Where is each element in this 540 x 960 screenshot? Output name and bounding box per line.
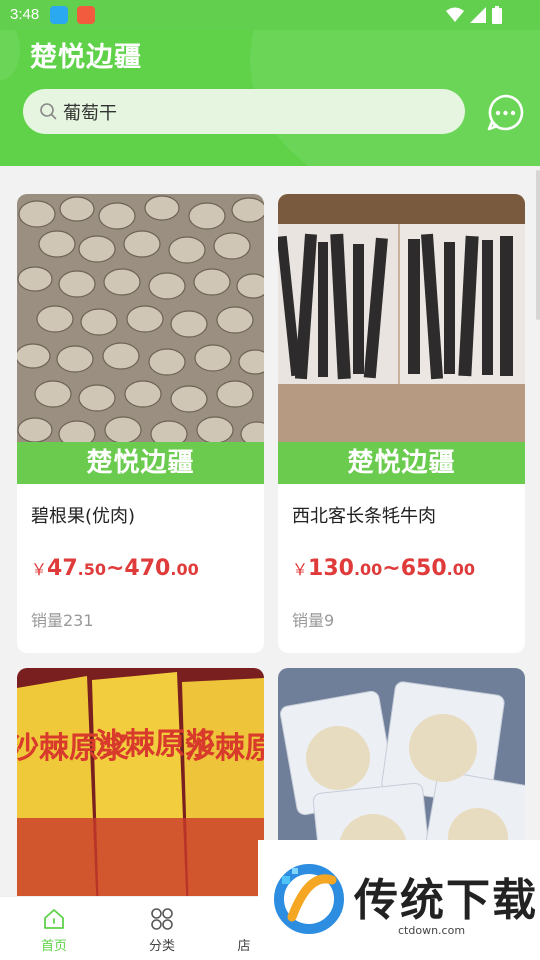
product-image: 沙棘原浆 沙棘原浆 沙棘原浆 xyxy=(17,668,264,908)
product-price: ￥130.00~650.00 xyxy=(292,556,476,581)
header-decoration xyxy=(0,30,20,80)
product-sales: 销量231 xyxy=(31,611,94,630)
nav-label: 首页 xyxy=(40,939,67,954)
product-name: 碧根果(优肉) xyxy=(31,506,136,527)
watermark-logo-icon xyxy=(274,864,344,934)
battery-icon xyxy=(492,6,502,24)
watermark: 传统下载 ctdown.com xyxy=(258,840,540,960)
product-card[interactable]: 楚悦边疆 西北客长条牦牛肉 ￥130.00~650.00 销量9 xyxy=(278,194,525,653)
download-notification-icon xyxy=(50,6,68,24)
product-name: 西北客长条牦牛肉 xyxy=(292,506,436,527)
product-card[interactable]: 沙棘原浆 沙棘原浆 沙棘原浆 xyxy=(17,668,264,908)
product-banner: 楚悦边疆 xyxy=(278,442,525,484)
status-time: 3:48 xyxy=(10,6,40,23)
search-value: 葡萄干 xyxy=(63,103,117,124)
product-image xyxy=(278,194,525,442)
watermark-url: ctdown.com xyxy=(398,924,466,937)
product-banner: 楚悦边疆 xyxy=(17,442,264,484)
wifi-icon xyxy=(446,7,464,22)
watermark-text: 传统下载 xyxy=(354,875,538,926)
scrollbar[interactable] xyxy=(536,170,540,320)
home-icon xyxy=(44,909,64,929)
app-notification-icon xyxy=(77,6,95,24)
product-sales: 销量9 xyxy=(292,611,335,630)
status-bar: 3:48 xyxy=(0,0,540,30)
header: 楚悦边疆 葡萄干 xyxy=(0,30,540,166)
app-title: 楚悦边疆 xyxy=(30,42,142,73)
product-card[interactable]: 楚悦边疆 碧根果(优肉) ￥47.50~470.00 销量231 xyxy=(17,194,264,653)
product-image-label: 沙棘原浆 xyxy=(185,731,264,766)
product-price: ￥47.50~470.00 xyxy=(31,556,199,581)
signal-icon xyxy=(470,7,486,23)
nav-home[interactable]: 首页 xyxy=(0,897,108,960)
category-icon xyxy=(151,908,173,930)
product-image xyxy=(17,194,264,442)
search-input[interactable]: 葡萄干 xyxy=(23,89,465,134)
message-icon[interactable] xyxy=(487,94,524,131)
search-icon xyxy=(40,103,57,120)
